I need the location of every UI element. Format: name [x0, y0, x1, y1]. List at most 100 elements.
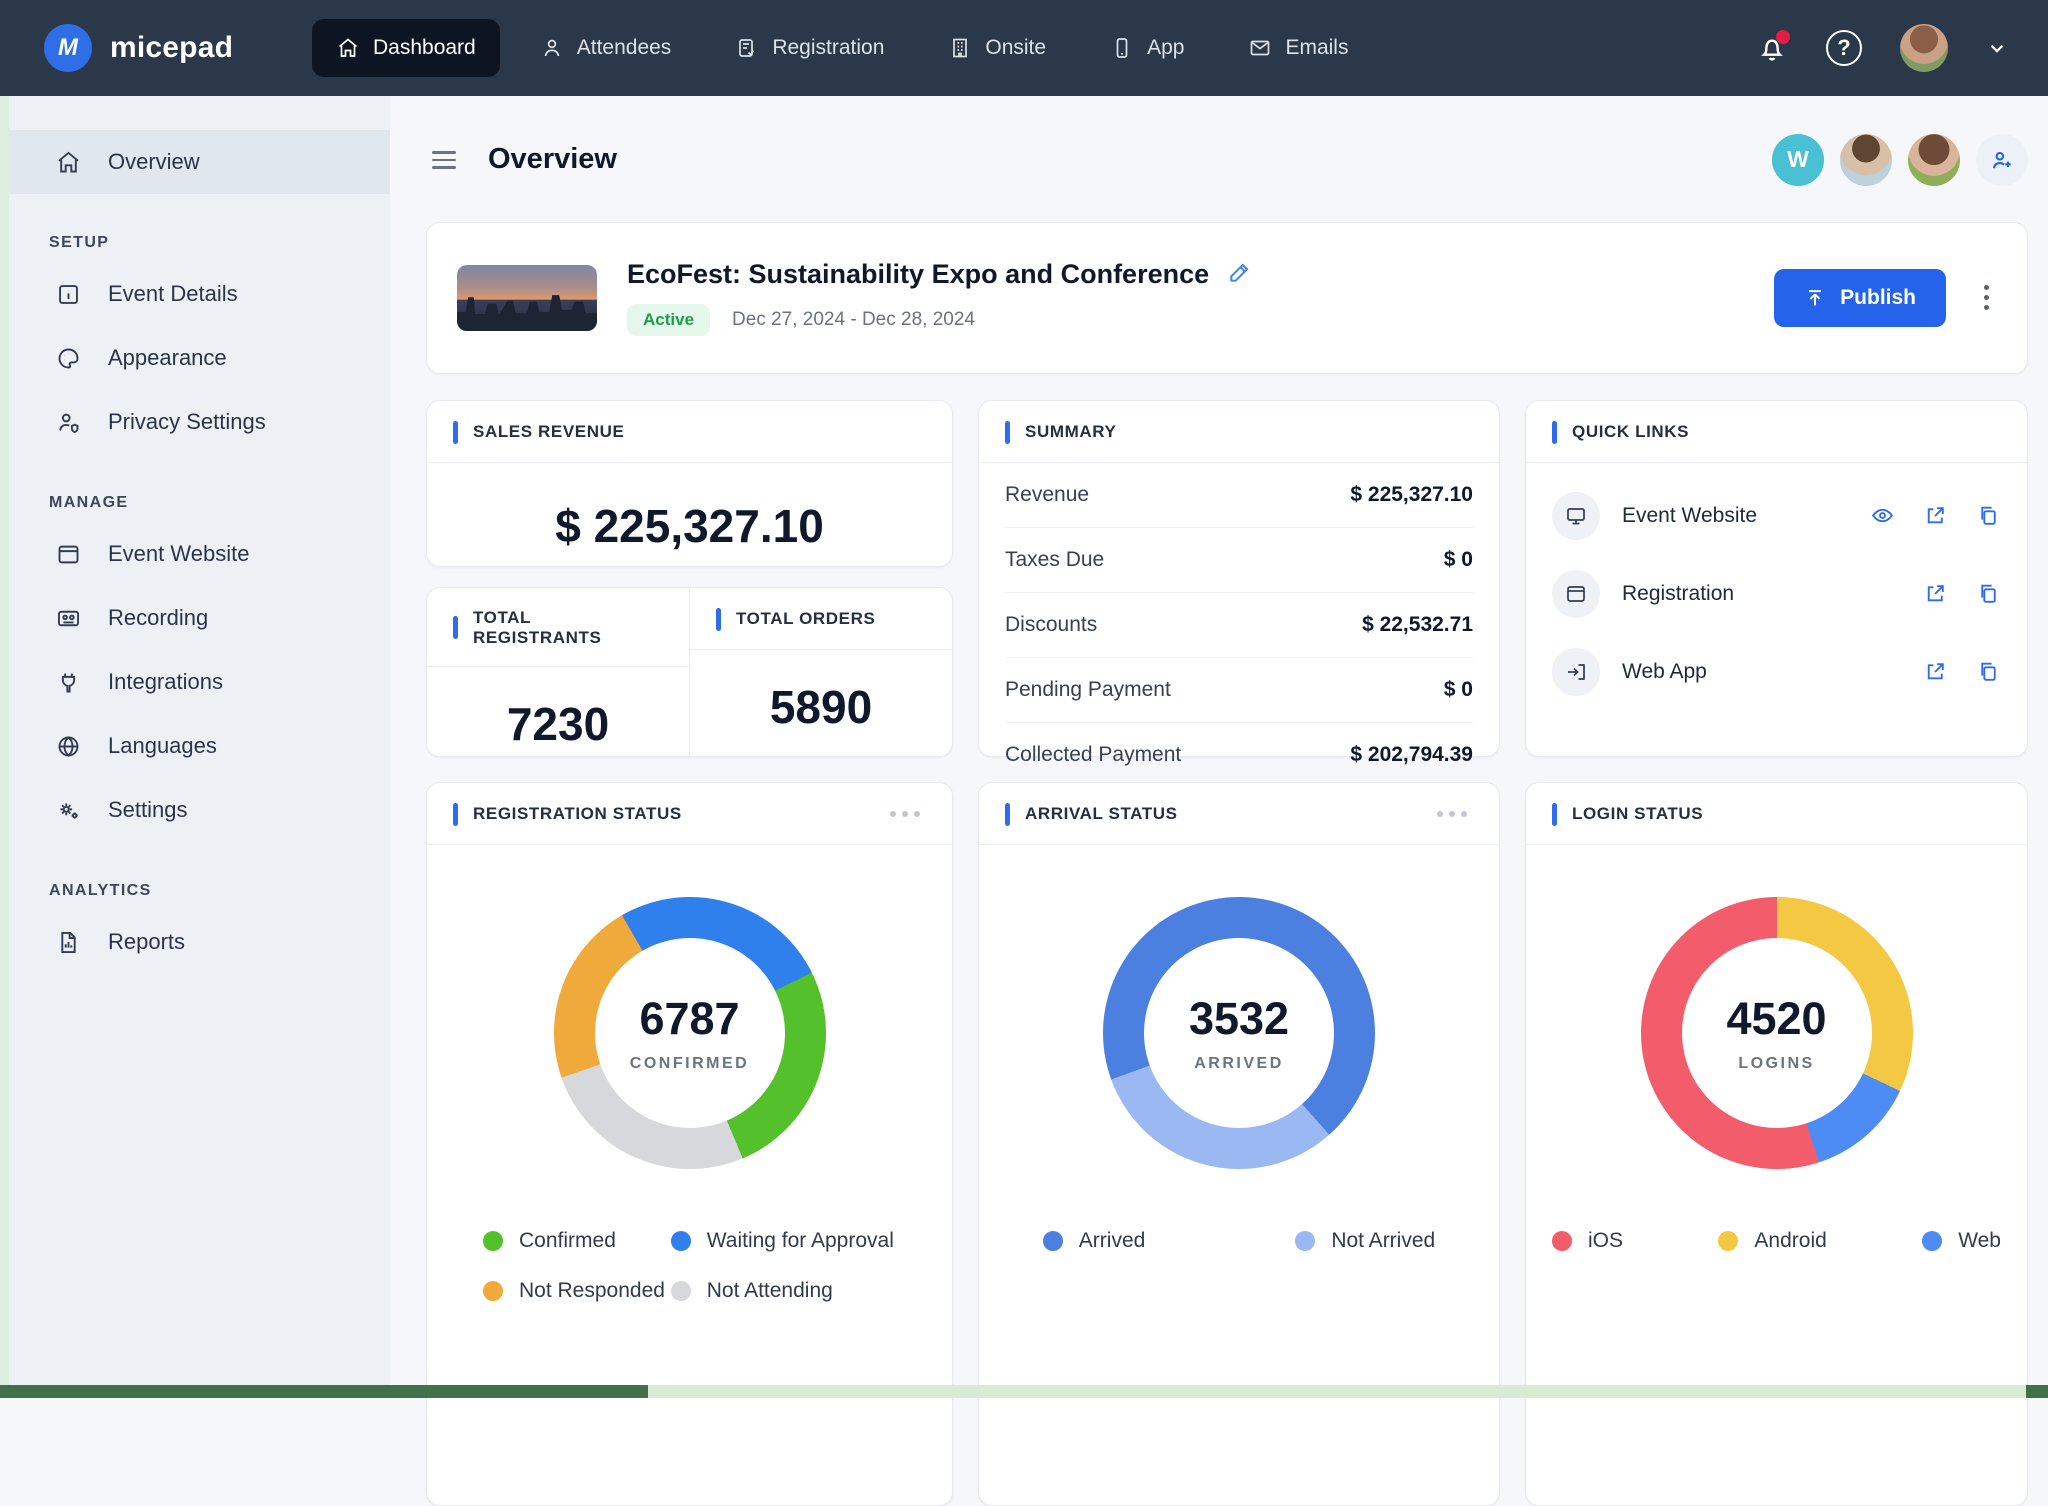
quick-link-event-website: Event Website [1552, 477, 2001, 555]
copy-link-icon[interactable] [1976, 503, 2001, 528]
nav-tab-app[interactable]: App [1086, 19, 1208, 77]
edit-event-title-icon[interactable] [1227, 259, 1253, 290]
upload-icon [1804, 287, 1826, 309]
sidebar: Overview SETUP Event Details Appearance … [9, 96, 390, 1398]
publish-button[interactable]: Publish [1774, 269, 1946, 327]
summary-rows: Revenue $ 225,327.10 Taxes Due $ 0 Disco… [979, 463, 1499, 787]
screenshare-bottom-border [0, 1385, 2048, 1398]
gears-icon [55, 797, 82, 824]
sidebar-item-label: Appearance [108, 345, 227, 371]
summary-value: $ 22,532.71 [1362, 613, 1473, 637]
help-glyph: ? [1837, 35, 1850, 61]
sidebar-item-label: Integrations [108, 669, 223, 695]
sidebar-item-event-website[interactable]: Event Website [9, 522, 390, 586]
card-more-options-icon[interactable] [1431, 805, 1473, 823]
totals-card: TOTAL REGISTRANTS 7230 TOTAL ORDERS 5890 [426, 587, 953, 757]
nav-tab-label: Attendees [577, 36, 672, 60]
palette-icon [55, 345, 82, 372]
summary-label: Taxes Due [1005, 548, 1104, 572]
legend-dot [1922, 1231, 1942, 1251]
legend-dot [1718, 1231, 1738, 1251]
legend-label: Not Arrived [1331, 1229, 1435, 1253]
legend-label: Not Attending [707, 1279, 833, 1303]
sidebar-item-reports[interactable]: Reports [9, 910, 390, 974]
chevron-down-icon[interactable] [1986, 37, 2008, 59]
summary-value: $ 202,794.39 [1350, 743, 1473, 767]
help-icon[interactable]: ? [1826, 30, 1862, 66]
copy-link-icon[interactable] [1976, 581, 2001, 606]
dashboard-grid: SALES REVENUE $ 225,327.10 TOTAL REGISTR… [426, 400, 2028, 1506]
preview-eye-icon[interactable] [1870, 503, 1895, 528]
sidebar-item-integrations[interactable]: Integrations [9, 650, 390, 714]
card-title: TOTAL REGISTRANTS [473, 608, 663, 648]
copy-link-icon[interactable] [1976, 659, 2001, 684]
event-title: EcoFest: Sustainability Expo and Confere… [627, 259, 1209, 290]
accent-bar [453, 616, 458, 639]
logo-letter: M [58, 34, 78, 62]
nav-tab-attendees[interactable]: Attendees [516, 19, 696, 77]
nav-tab-onsite[interactable]: Onsite [924, 19, 1070, 77]
user-avatar[interactable] [1900, 24, 1948, 72]
add-member-button[interactable] [1976, 134, 2028, 186]
donut-center-value: 3532 [1189, 993, 1289, 1045]
sidebar-item-appearance[interactable]: Appearance [9, 326, 390, 390]
monitor-icon [1552, 492, 1600, 540]
nav-tab-dashboard[interactable]: Dashboard [312, 19, 500, 77]
open-external-icon[interactable] [1923, 581, 1948, 606]
page-title: Overview [488, 143, 617, 176]
sales-revenue-card: SALES REVENUE $ 225,327.10 [426, 400, 953, 567]
avatar-photo-1[interactable] [1840, 134, 1892, 186]
nav-tab-emails[interactable]: Emails [1224, 19, 1372, 77]
user-shield-icon [55, 409, 82, 436]
card-title: QUICK LINKS [1572, 422, 1689, 442]
legend-item: Android [1718, 1229, 1826, 1253]
accent-bar [453, 803, 458, 826]
summary-row-collected: Collected Payment $ 202,794.39 [1005, 723, 1473, 787]
building-icon [948, 36, 972, 60]
legend-item: Not Responded [483, 1279, 671, 1303]
sidebar-item-label: Event Details [108, 281, 238, 307]
event-info: EcoFest: Sustainability Expo and Confere… [627, 259, 1253, 336]
summary-label: Discounts [1005, 613, 1097, 637]
main-nav: Dashboard Attendees Registration Onsite … [312, 19, 1372, 77]
legend-item: Web [1922, 1229, 2001, 1253]
event-actions: Publish [1774, 269, 1997, 327]
quick-link-web-app: Web App [1552, 633, 2001, 711]
accent-bar [1552, 803, 1557, 826]
avatar-photo-2[interactable] [1908, 134, 1960, 186]
quick-links-rows: Event Website Registration [1526, 463, 2027, 711]
registration-donut-chart: 6787 CONFIRMED [554, 897, 826, 1169]
sidebar-item-overview[interactable]: Overview [9, 130, 390, 194]
brand[interactable]: M micepad [44, 24, 312, 72]
event-more-options-icon[interactable] [1976, 277, 1997, 318]
sidebar-item-languages[interactable]: Languages [9, 714, 390, 778]
sidebar-item-event-details[interactable]: Event Details [9, 262, 390, 326]
donut-center-label: ARRIVED [1194, 1055, 1284, 1073]
collapse-sidebar-icon[interactable] [426, 145, 462, 175]
legend-item: Not Arrived [1295, 1229, 1435, 1253]
donut-center-value: 6787 [639, 993, 739, 1045]
person-plus-icon [1989, 147, 2015, 173]
legend-item: Confirmed [483, 1229, 671, 1253]
legend-label: Waiting for Approval [707, 1229, 894, 1253]
smartphone-icon [1110, 36, 1134, 60]
card-title: ARRIVAL STATUS [1025, 804, 1178, 824]
sidebar-item-privacy-settings[interactable]: Privacy Settings [9, 390, 390, 454]
summary-value: $ 0 [1444, 548, 1473, 572]
sidebar-item-label: Event Website [108, 541, 249, 567]
summary-label: Revenue [1005, 483, 1089, 507]
card-more-options-icon[interactable] [884, 805, 926, 823]
accent-bar [453, 421, 458, 444]
open-external-icon[interactable] [1923, 503, 1948, 528]
summary-card: SUMMARY Revenue $ 225,327.10 Taxes Due $… [978, 400, 1500, 757]
notifications-bell-icon[interactable] [1756, 32, 1788, 64]
sidebar-item-settings[interactable]: Settings [9, 778, 390, 842]
sidebar-item-recording[interactable]: Recording [9, 586, 390, 650]
open-external-icon[interactable] [1923, 659, 1948, 684]
summary-row-revenue: Revenue $ 225,327.10 [1005, 463, 1473, 528]
nav-tab-registration[interactable]: Registration [711, 19, 908, 77]
avatar-letter: W [1787, 146, 1809, 173]
legend-dot [1043, 1231, 1063, 1251]
avatar-initial[interactable]: W [1772, 134, 1824, 186]
quick-link-label: Web App [1622, 660, 1707, 684]
